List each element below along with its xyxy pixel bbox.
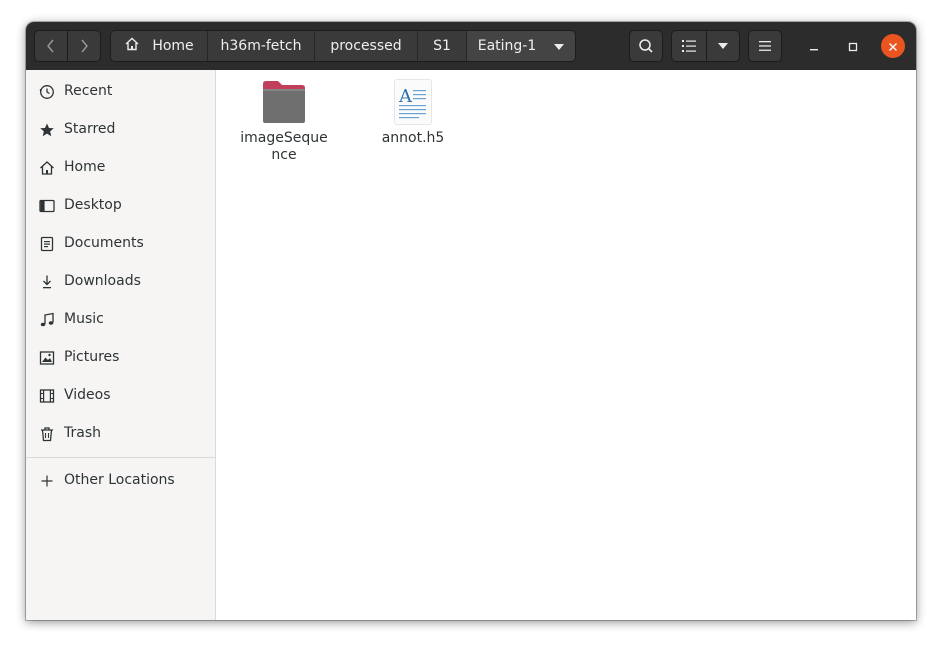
view-options-button[interactable] [706, 30, 740, 62]
music-icon [39, 312, 55, 328]
picture-icon [39, 350, 55, 366]
folder-icon [260, 78, 308, 126]
sidebar-item-label: Starred [64, 121, 116, 137]
maximize-button[interactable] [841, 34, 865, 58]
home-icon [39, 160, 55, 176]
sidebar-item-label: Documents [64, 235, 144, 251]
sidebar-item-label: Pictures [64, 349, 120, 365]
sidebar-item-starred[interactable]: Starred [26, 111, 215, 149]
search-button[interactable] [629, 30, 663, 62]
sidebar-item-label: Trash [64, 425, 101, 441]
breadcrumb-h36m-fetch[interactable]: h36m-fetch [208, 31, 315, 61]
sidebar-item-downloads[interactable]: Downloads [26, 263, 215, 301]
file-name: imageSequence [240, 130, 328, 163]
sidebar-item-label: Videos [64, 387, 111, 403]
breadcrumb-label: h36m-fetch [220, 38, 302, 54]
file-view: imageSequence A annot.h5 [216, 70, 916, 620]
chevron-right-icon [79, 38, 89, 54]
breadcrumb: Home h36m-fetch processed S1 Eating-1 [110, 30, 576, 62]
home-icon [124, 36, 140, 56]
sidebar-item-trash[interactable]: Trash [26, 415, 215, 453]
breadcrumb-processed[interactable]: processed [315, 31, 418, 61]
clock-icon [39, 84, 55, 100]
file-item-annot-h5[interactable]: A annot.h5 [368, 78, 458, 147]
sidebar-item-label: Home [64, 159, 106, 175]
breadcrumb-s1[interactable]: S1 [418, 31, 467, 61]
sidebar-item-label: Recent [64, 83, 113, 99]
dropdown-arrow-icon [554, 38, 565, 54]
sidebar-item-label: Music [64, 311, 104, 327]
breadcrumb-label: Eating-1 [477, 38, 537, 54]
sidebar-item-home[interactable]: Home [26, 149, 215, 187]
breadcrumb-home[interactable]: Home [111, 31, 208, 61]
text-document-icon: A [389, 78, 437, 126]
hamburger-menu-icon [759, 41, 771, 51]
back-button[interactable] [34, 30, 68, 62]
sidebar-item-videos[interactable]: Videos [26, 377, 215, 415]
sidebar-item-label: Downloads [64, 273, 141, 289]
maximize-icon [848, 37, 858, 56]
desktop-icon [39, 198, 55, 214]
sidebar-item-documents[interactable]: Documents [26, 225, 215, 263]
forward-button[interactable] [67, 30, 101, 62]
document-icon [39, 236, 55, 252]
sidebar: Recent Starred Home Desktop Documents Do… [26, 70, 216, 620]
video-icon [39, 388, 55, 404]
main-menu-button[interactable] [748, 30, 782, 62]
svg-text:A: A [398, 86, 413, 107]
trash-icon [39, 426, 55, 442]
star-icon [39, 122, 55, 138]
chevron-left-icon [46, 38, 56, 54]
close-icon [888, 37, 898, 56]
sidebar-separator [26, 457, 215, 458]
sidebar-item-pictures[interactable]: Pictures [26, 339, 215, 377]
close-button[interactable] [881, 34, 905, 58]
sidebar-item-recent[interactable]: Recent [26, 73, 215, 111]
sidebar-item-label: Other Locations [64, 472, 175, 488]
file-manager-window: Home h36m-fetch processed S1 Eating-1 Re… [26, 22, 916, 620]
search-icon [638, 38, 654, 54]
sidebar-item-label: Desktop [64, 197, 122, 213]
header-bar: Home h36m-fetch processed S1 Eating-1 [26, 22, 916, 71]
breadcrumb-eating-1[interactable]: Eating-1 [467, 31, 575, 61]
download-icon [39, 274, 55, 290]
list-view-icon [682, 40, 696, 52]
plus-icon [39, 473, 55, 489]
file-item-imagesequence[interactable]: imageSequence [239, 78, 329, 164]
breadcrumb-label: processed [330, 38, 402, 54]
sidebar-item-desktop[interactable]: Desktop [26, 187, 215, 225]
minimize-button[interactable] [802, 34, 826, 58]
dropdown-arrow-icon [718, 43, 728, 49]
breadcrumb-label: Home [152, 38, 194, 54]
breadcrumb-label: S1 [433, 38, 451, 54]
view-toggle-button[interactable] [671, 30, 707, 62]
minimize-icon [809, 37, 819, 56]
file-name: annot.h5 [381, 130, 445, 146]
sidebar-item-other-locations[interactable]: Other Locations [26, 462, 215, 500]
sidebar-item-music[interactable]: Music [26, 301, 215, 339]
